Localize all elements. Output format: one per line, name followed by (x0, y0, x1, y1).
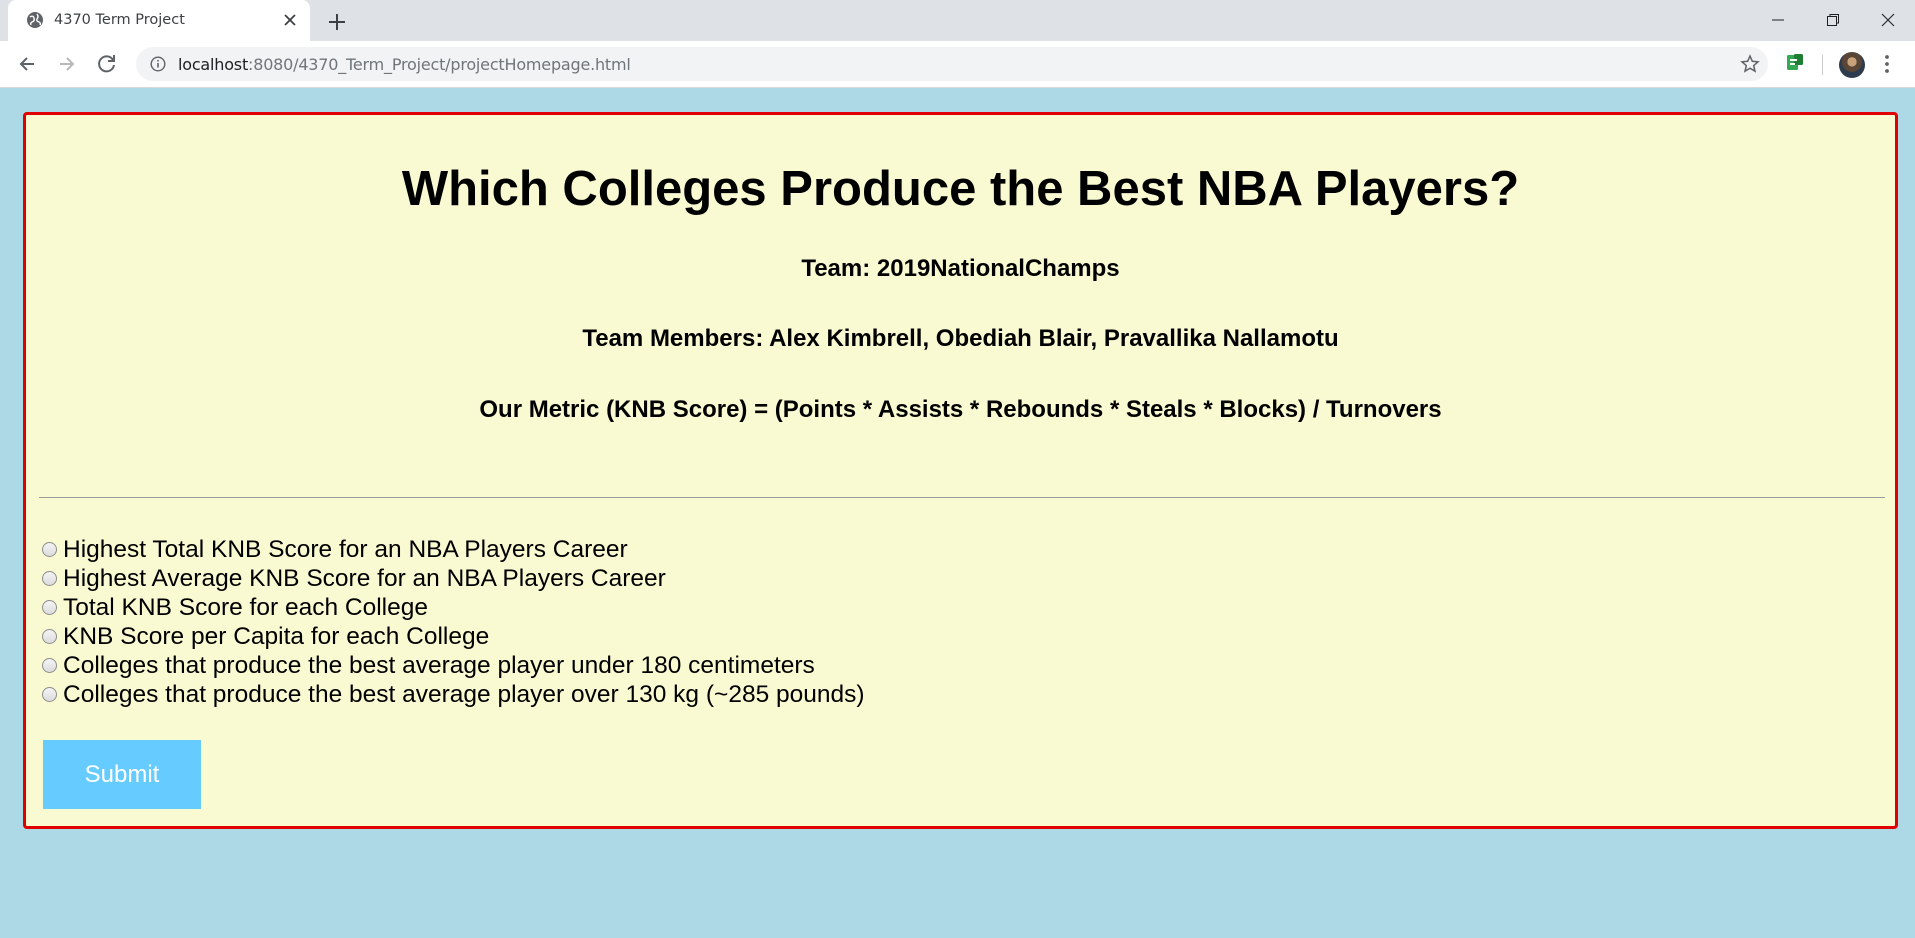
page-viewport: Which Colleges Produce the Best NBA Play… (0, 88, 1915, 938)
globe-icon (27, 12, 43, 28)
forward-arrow-icon[interactable] (53, 50, 81, 78)
option-label: Highest Average KNB Score for an NBA Pla… (63, 564, 666, 592)
url-host: localhost (178, 55, 249, 74)
restore-icon (1827, 14, 1839, 26)
url-path: :8080/4370_Term_Project/projectHomepage.… (248, 55, 631, 74)
option-label: Colleges that produce the best average p… (63, 680, 865, 708)
close-tab-icon[interactable] (279, 9, 301, 31)
kebab-menu-icon[interactable] (1883, 53, 1891, 75)
content-card: Which Colleges Produce the Best NBA Play… (23, 112, 1898, 829)
tab-strip: 4370 Term Project (0, 0, 1915, 41)
option-label: KNB Score per Capita for each College (63, 622, 490, 650)
browser-chrome: 4370 Term Project localhost:8080/4370_Te… (0, 0, 1915, 88)
option-average-knb-player[interactable]: Highest Average KNB Score for an NBA Pla… (42, 564, 865, 593)
info-icon[interactable] (150, 56, 166, 72)
page-title: Which Colleges Produce the Best NBA Play… (401, 162, 1520, 216)
browser-tab[interactable]: 4370 Term Project (8, 0, 310, 41)
query-options: Highest Total KNB Score for an NBA Playe… (42, 535, 865, 709)
toolbar-separator (1822, 55, 1823, 75)
option-under-180cm[interactable]: Colleges that produce the best average p… (42, 651, 865, 680)
horizontal-divider (39, 497, 1885, 498)
new-tab-icon[interactable] (324, 9, 350, 35)
option-label: Highest Total KNB Score for an NBA Playe… (63, 535, 628, 563)
back-arrow-icon[interactable] (13, 50, 41, 78)
browser-toolbar: localhost:8080/4370_Term_Project/project… (0, 41, 1915, 88)
option-over-130kg[interactable]: Colleges that produce the best average p… (42, 680, 865, 709)
team-members: Team Members: Alex Kimbrell, Obediah Bla… (582, 325, 1339, 352)
metric-definition: Our Metric (KNB Score) = (Points * Assis… (479, 396, 1442, 423)
submit-button[interactable]: Submit (43, 740, 201, 809)
radio-button[interactable] (42, 629, 57, 644)
restore-button[interactable] (1806, 0, 1861, 40)
radio-button[interactable] (42, 571, 57, 586)
option-total-knb-player[interactable]: Highest Total KNB Score for an NBA Playe… (42, 535, 865, 564)
minimize-button[interactable] (1751, 0, 1806, 40)
tab-title: 4370 Term Project (54, 12, 185, 28)
option-knb-per-capita[interactable]: KNB Score per Capita for each College (42, 622, 865, 651)
extension-icon[interactable] (1784, 51, 1806, 73)
reload-icon[interactable] (93, 50, 121, 78)
option-total-knb-college[interactable]: Total KNB Score for each College (42, 593, 865, 622)
close-icon (1881, 13, 1895, 27)
option-label: Colleges that produce the best average p… (63, 651, 815, 679)
url-text: localhost:8080/4370_Term_Project/project… (178, 55, 631, 74)
profile-avatar[interactable] (1839, 52, 1865, 78)
radio-button[interactable] (42, 542, 57, 557)
address-bar[interactable]: localhost:8080/4370_Term_Project/project… (136, 47, 1768, 81)
radio-button[interactable] (42, 658, 57, 673)
radio-button[interactable] (42, 600, 57, 615)
option-label: Total KNB Score for each College (63, 593, 428, 621)
team-name: Team: 2019NationalChamps (801, 255, 1120, 282)
minimize-icon (1772, 19, 1784, 21)
radio-button[interactable] (42, 687, 57, 702)
bookmark-star-icon[interactable] (1740, 54, 1760, 74)
close-window-button[interactable] (1861, 0, 1915, 40)
